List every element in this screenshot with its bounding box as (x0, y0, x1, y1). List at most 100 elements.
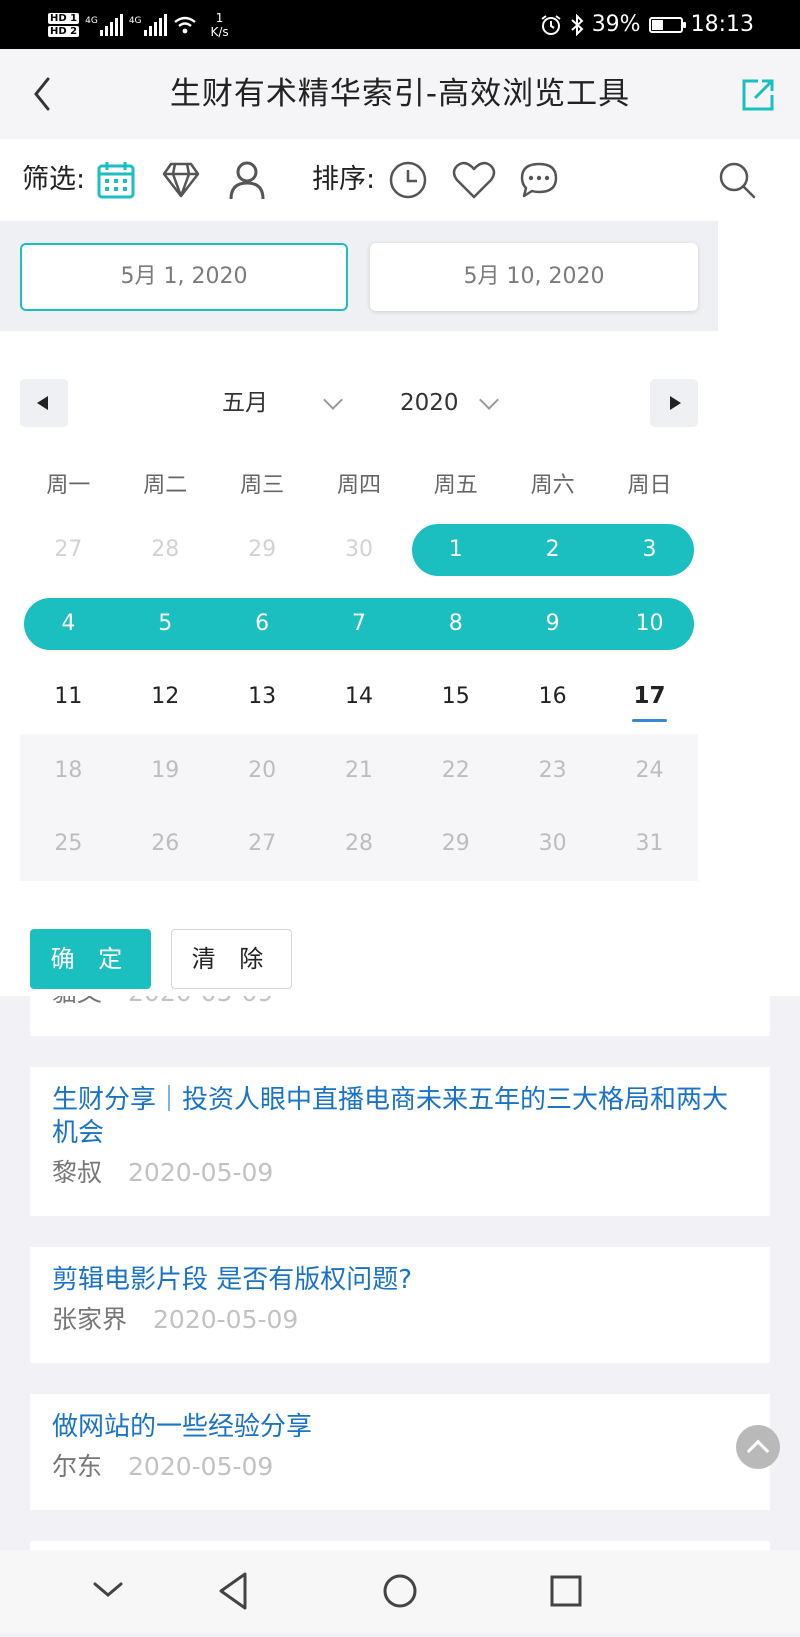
next-month-button[interactable] (650, 379, 698, 427)
weekday-label: 周五 (433, 473, 478, 498)
article-meta: 张家界 2020-05-09 (52, 1303, 748, 1337)
scroll-to-top-button[interactable] (736, 1425, 780, 1469)
chevron-left-icon (34, 77, 50, 111)
system-nav-bar (0, 1550, 800, 1633)
signal-2-icon: 4G (129, 14, 167, 36)
month-select[interactable]: 五月 (222, 379, 343, 427)
weekday-header: 周一 周二 周三 周四 周五 周六 周日 (20, 461, 698, 511)
wifi-icon (173, 16, 196, 34)
calendar-day[interactable]: 13 (214, 660, 311, 734)
calendar-day-today[interactable]: 17 (601, 660, 698, 734)
weekday-label: 周六 (530, 473, 575, 498)
chevron-down-icon (323, 390, 343, 410)
article-author: 黎叔 (52, 1158, 103, 1187)
calendar-day-selected[interactable]: 10 (601, 587, 698, 661)
calendar-week-row-disabled: 18 19 20 21 22 23 24 (20, 733, 698, 807)
search-button[interactable] (716, 159, 758, 201)
weekday-label: 周三 (240, 473, 285, 498)
weekday-label: 周日 (627, 473, 672, 498)
search-icon (719, 162, 756, 199)
weekday-label: 周一 (46, 473, 91, 498)
weekday-label: 周二 (143, 473, 188, 498)
calendar-day[interactable]: 12 (117, 660, 214, 734)
sort-time-button[interactable] (387, 159, 429, 201)
calendar-day-disabled: 30 (538, 831, 567, 856)
filter-bar: 筛选: 排序: (0, 139, 800, 221)
sort-comments-button[interactable] (518, 159, 560, 201)
hd-indicator: HD 1 HD 2 (48, 13, 80, 37)
calendar-day: 30 (344, 537, 373, 562)
sort-label: 排序: (312, 164, 376, 195)
calendar-day[interactable]: 16 (504, 660, 601, 734)
calendar-day-selected[interactable]: 7 (311, 587, 408, 661)
home-nav-button[interactable] (360, 1550, 440, 1633)
calendar-week-row: 4 5 6 7 8 9 10 (20, 587, 698, 661)
article-date: 2020-05-09 (153, 1305, 299, 1334)
calendar-day-selected[interactable]: 3 (601, 513, 698, 587)
sort-likes-button[interactable] (451, 159, 497, 201)
clear-button[interactable]: 清 除 (171, 929, 292, 989)
hd1-label: HD 1 (48, 13, 80, 24)
article-card[interactable]: 剪辑电影片段 是否有版权问题? 张家界 2020-05-09 (30, 1247, 770, 1363)
comment-icon (520, 162, 558, 198)
month-select-value: 五月 (222, 390, 268, 416)
calendar-day[interactable]: 14 (311, 660, 408, 734)
calendar-day: 29 (248, 537, 277, 562)
clock-icon (389, 161, 427, 199)
start-date-input[interactable]: 5月 1, 2020 (20, 243, 348, 311)
year-select-value: 2020 (400, 390, 459, 416)
article-card[interactable]: 生财分享｜投资人眼中直播电商未来五年的三大格局和两大机会 黎叔 2020-05-0… (30, 1067, 770, 1216)
triangle-right-icon (670, 396, 681, 410)
filter-author-button[interactable] (226, 159, 268, 201)
share-button[interactable] (738, 75, 778, 115)
end-date-input[interactable]: 5月 10, 2020 (370, 243, 698, 311)
calendar-day-selected[interactable]: 5 (117, 587, 214, 661)
article-date: 2020-05-09 (128, 1452, 274, 1481)
filter-date-button[interactable] (95, 159, 137, 201)
signal-1-icon: 4G (85, 14, 123, 36)
back-button[interactable] (22, 71, 66, 117)
confirm-button[interactable]: 确 定 (30, 929, 151, 989)
recents-square-icon (550, 1575, 582, 1607)
calendar-day-selected[interactable]: 4 (20, 587, 117, 661)
collapse-nav-button[interactable] (68, 1550, 148, 1633)
calendar-day-disabled: 31 (635, 831, 664, 856)
chevron-down-icon (479, 390, 499, 410)
calendar-week-row: 11 12 13 14 15 16 17 (20, 660, 698, 734)
article-title[interactable]: 生财分享｜投资人眼中直播电商未来五年的三大格局和两大机会 (52, 1084, 748, 1150)
filter-premium-button[interactable] (160, 159, 202, 201)
calendar-day-selected[interactable]: 2 (504, 513, 601, 587)
article-card[interactable]: 做网站的一些经验分享 尔东 2020-05-09 (30, 1394, 770, 1510)
calendar-day-selected[interactable]: 1 (407, 513, 504, 587)
battery-icon (648, 16, 686, 33)
calendar-day[interactable]: 15 (407, 660, 504, 734)
calendar-day-selected[interactable]: 6 (214, 587, 311, 661)
year-select[interactable]: 2020 (400, 379, 510, 427)
article-meta: 黎叔 2020-05-09 (52, 1156, 748, 1190)
recents-nav-button[interactable] (526, 1550, 606, 1633)
battery-percent: 39% (591, 12, 641, 37)
external-link-icon (742, 79, 774, 111)
alarm-icon (541, 14, 561, 35)
back-nav-button[interactable] (193, 1550, 273, 1633)
calendar-day-disabled: 22 (441, 757, 470, 783)
prev-month-button[interactable] (20, 379, 68, 427)
article-title[interactable]: 做网站的一些经验分享 (52, 1411, 748, 1444)
filter-label: 筛选: (22, 164, 86, 195)
article-meta: 尔东 2020-05-09 (52, 1450, 748, 1484)
date-range-inputs: 5月 1, 2020 5月 10, 2020 (0, 221, 718, 331)
calendar-day-selected[interactable]: 9 (504, 587, 601, 661)
calendar-day: 27 (54, 537, 83, 562)
calendar-day-disabled: 24 (635, 757, 664, 783)
status-bar: HD 1 HD 2 4G 4G 1 K/s 39% 18:13 (0, 0, 800, 49)
article-title[interactable]: 剪辑电影片段 是否有版权问题? (52, 1264, 748, 1297)
article-author: 张家界 (52, 1305, 128, 1334)
hd2-label: HD 2 (48, 26, 80, 37)
calendar-day-selected[interactable]: 8 (407, 587, 504, 661)
calendar-week-row-disabled: 25 26 27 28 29 30 31 (20, 807, 698, 881)
calendar-day-disabled: 26 (151, 831, 180, 856)
app-header: 生财有术精华索引-高效浏览工具 (0, 49, 800, 139)
calendar-week-row: 27 28 29 30 1 2 3 (20, 513, 698, 587)
calendar-grid: 27 28 29 30 1 2 3 4 5 6 7 8 9 10 11 12 1… (20, 513, 698, 881)
calendar-day[interactable]: 11 (20, 660, 117, 734)
